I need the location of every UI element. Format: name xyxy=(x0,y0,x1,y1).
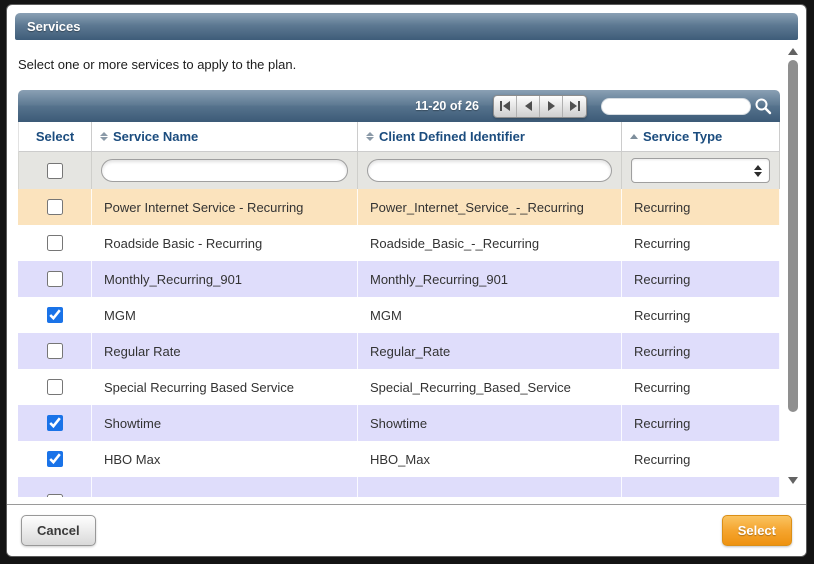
client-defined-identifier-cell: Regular_Rate xyxy=(358,333,622,369)
row-checkbox[interactable] xyxy=(46,379,63,395)
client-defined-identifier-filter-input[interactable] xyxy=(367,159,612,182)
service-name-cell: Showtime xyxy=(92,405,358,441)
filter-row xyxy=(18,152,780,189)
row-checkbox[interactable] xyxy=(46,415,63,431)
first-page-button[interactable] xyxy=(494,95,517,117)
service-type-filter-select[interactable] xyxy=(631,158,770,183)
table-row[interactable]: Regular Rate Regular_Rate Recurring xyxy=(18,333,780,369)
scroll-down-icon xyxy=(788,476,798,484)
search-icon[interactable] xyxy=(754,97,772,115)
sort-unsorted-icon xyxy=(366,132,374,141)
service-name-cell: MGM xyxy=(92,297,358,333)
service-type-cell: Recurring xyxy=(622,261,780,297)
service-name-cell: Monthly_Recurring_901 xyxy=(92,261,358,297)
table-row[interactable]: Power Internet Service - Recurring Power… xyxy=(18,189,780,225)
next-page-icon xyxy=(547,101,555,111)
column-header-service-type[interactable]: Service Type xyxy=(622,122,780,152)
previous-page-button[interactable] xyxy=(517,95,540,117)
select-button[interactable]: Select xyxy=(721,515,792,546)
row-checkbox[interactable] xyxy=(46,494,63,497)
last-page-icon xyxy=(569,101,577,111)
last-page-button[interactable] xyxy=(563,95,586,117)
service-type-cell: Recurring xyxy=(622,297,780,333)
sort-ascending-icon xyxy=(630,134,638,139)
service-type-cell: Recurring xyxy=(622,369,780,405)
table-row[interactable]: Special Recurring Based Service Special_… xyxy=(18,369,780,405)
column-header-service-name[interactable]: Service Name xyxy=(92,122,358,152)
column-header-client-defined-identifier[interactable]: Client Defined Identifier xyxy=(358,122,622,152)
service-type-cell: Recurring xyxy=(622,189,780,225)
dialog-title-bar: Services xyxy=(15,13,798,40)
client-defined-identifier-cell: Showtime xyxy=(358,405,622,441)
row-checkbox[interactable] xyxy=(46,343,63,359)
scrollbar-thumb[interactable] xyxy=(788,60,798,412)
first-page-icon xyxy=(500,101,502,111)
search-input[interactable] xyxy=(601,97,751,115)
select-spinner-icon xyxy=(754,164,762,177)
scroll-up-button[interactable] xyxy=(785,44,801,58)
row-checkbox[interactable] xyxy=(46,271,63,287)
table-row[interactable]: HBO Max HBO_Max Recurring xyxy=(18,441,780,477)
instruction-text: Select one or more services to apply to … xyxy=(18,57,297,72)
search-area xyxy=(601,97,772,115)
screen: Services Select one or more services to … xyxy=(0,0,814,564)
service-name-cell: Regular Rate xyxy=(92,333,358,369)
column-header-row: Select Service Name Client Defined Ident… xyxy=(18,122,780,152)
client-defined-identifier-cell: Roadside_Basic_-_Recurring xyxy=(358,225,622,261)
service-name-cell: HBO Max xyxy=(92,441,358,477)
client-defined-identifier-cell: Power_Internet_Service_-_Recurring xyxy=(358,189,622,225)
service-name-cell: Power Internet Service - Recurring xyxy=(92,189,358,225)
service-type-cell: Recurring xyxy=(622,441,780,477)
select-all-checkbox[interactable] xyxy=(47,162,63,179)
service-name-cell: Special Recurring Based Service xyxy=(92,369,358,405)
service-type-cell: Recurring xyxy=(622,405,780,441)
service-type-cell: Recurring xyxy=(622,333,780,369)
services-dialog: Services Select one or more services to … xyxy=(6,4,807,557)
pager-controls xyxy=(493,94,587,118)
client-defined-identifier-cell: Special_Recurring_Based_Service xyxy=(358,369,622,405)
next-page-button[interactable] xyxy=(540,95,563,117)
row-checkbox[interactable] xyxy=(46,235,63,251)
table-row[interactable]: Showtime Showtime Recurring xyxy=(18,405,780,441)
sort-unsorted-icon xyxy=(100,132,108,141)
service-type-cell: Recurring xyxy=(622,225,780,261)
table-row[interactable]: Monthly_Recurring_901 Monthly_Recurring_… xyxy=(18,261,780,297)
cancel-button[interactable]: Cancel xyxy=(21,515,96,546)
table-body: Power Internet Service - Recurring Power… xyxy=(18,189,780,477)
scroll-up-icon xyxy=(788,47,798,55)
client-defined-identifier-cell: HBO_Max xyxy=(358,441,622,477)
column-header-select: Select xyxy=(18,122,92,152)
previous-page-icon xyxy=(524,101,532,111)
pagination-range: 11-20 of 26 xyxy=(415,99,479,113)
vertical-scrollbar xyxy=(785,42,801,499)
row-checkbox[interactable] xyxy=(46,451,63,467)
table-row-partial[interactable] xyxy=(18,477,780,497)
row-checkbox[interactable] xyxy=(46,307,63,323)
row-checkbox[interactable] xyxy=(46,199,63,215)
service-name-cell: Roadside Basic - Recurring xyxy=(92,225,358,261)
scroll-down-button[interactable] xyxy=(785,473,801,487)
dialog-title: Services xyxy=(27,19,81,34)
table-row[interactable]: MGM MGM Recurring xyxy=(18,297,780,333)
services-table: 11-20 of 26 Select Service Name Client D… xyxy=(18,90,780,497)
client-defined-identifier-cell: Monthly_Recurring_901 xyxy=(358,261,622,297)
client-defined-identifier-cell: MGM xyxy=(358,297,622,333)
table-toolbar: 11-20 of 26 xyxy=(18,90,780,122)
dialog-footer: Cancel Select xyxy=(7,504,806,556)
table-row[interactable]: Roadside Basic - Recurring Roadside_Basi… xyxy=(18,225,780,261)
service-name-filter-input[interactable] xyxy=(101,159,348,182)
